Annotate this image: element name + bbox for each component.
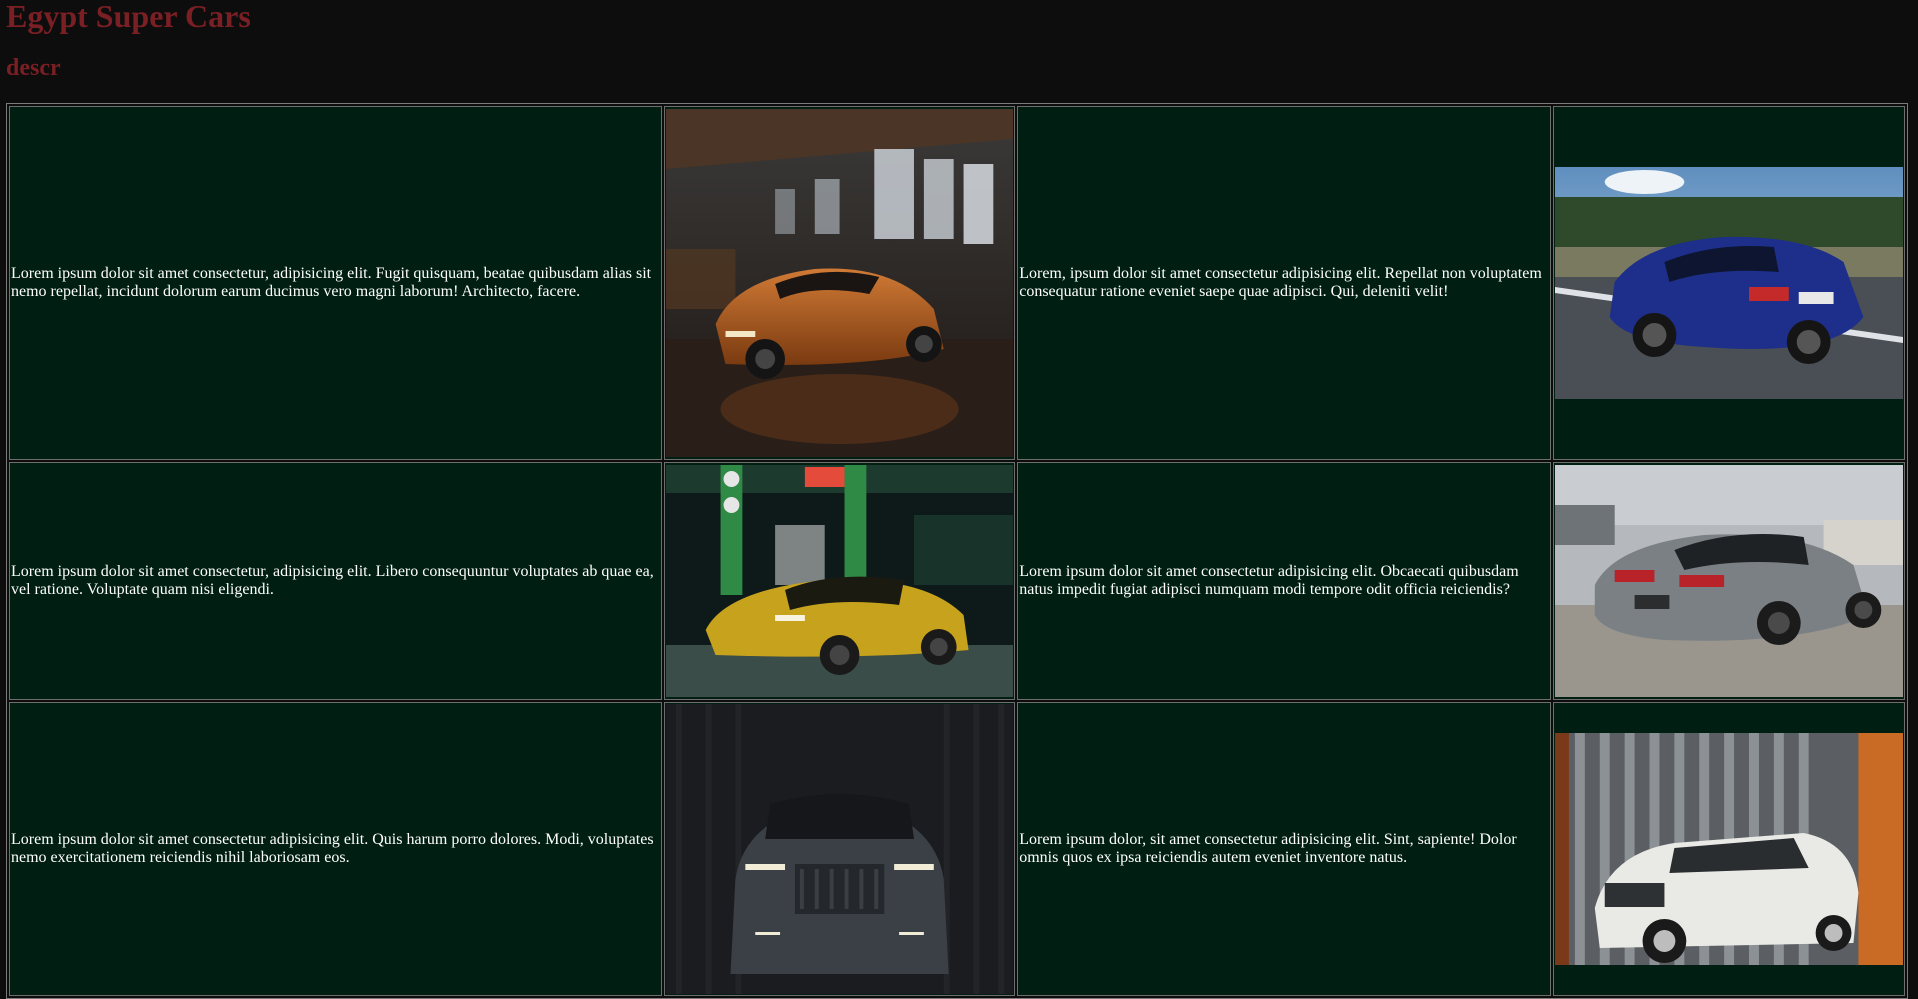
table-row: Lorem ipsum dolor sit amet consectetur, … [9,106,1905,460]
cars-table: Lorem ipsum dolor sit amet consectetur, … [6,103,1908,999]
car-image-cell [664,702,1016,996]
car-image [1554,167,1903,399]
car-image-cell [1552,106,1905,460]
car-image-cell [1552,702,1905,996]
page-subtitle: descr [6,55,61,81]
car-image [1554,733,1903,965]
car-image-cell [1552,462,1905,700]
page-title: Egypt Super Cars [6,0,251,34]
car-description: Lorem ipsum dolor sit amet consectetur a… [1017,462,1551,700]
car-description: Lorem, ipsum dolor sit amet consectetur … [1017,106,1551,460]
car-image-cell [664,462,1016,700]
car-image-cell [664,106,1016,460]
car-image [666,465,1014,697]
car-description: Lorem ipsum dolor sit amet consectetur, … [9,106,663,460]
car-image [1554,465,1903,697]
car-description: Lorem ipsum dolor, sit amet consectetur … [1017,702,1551,996]
car-description: Lorem ipsum dolor sit amet consectetur a… [9,702,663,996]
table-row: Lorem ipsum dolor sit amet consectetur a… [9,702,1905,996]
car-description: Lorem ipsum dolor sit amet consectetur, … [9,462,663,700]
car-image [666,109,1014,457]
table-row: Lorem ipsum dolor sit amet consectetur, … [9,462,1905,700]
car-image [666,704,1014,994]
